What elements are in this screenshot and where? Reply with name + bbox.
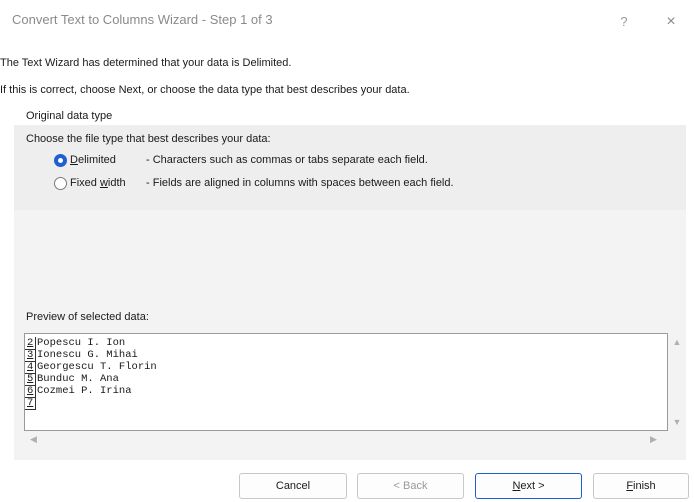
preview-row: 6 Cozmei P. Irina	[25, 385, 132, 398]
cancel-button[interactable]: Cancel	[239, 473, 347, 499]
row-text: Popescu I. Ion	[37, 337, 126, 349]
preview-row: 2 Popescu I. Ion	[25, 337, 126, 350]
help-icon[interactable]: ?	[612, 10, 636, 34]
fixed-width-radio[interactable]	[54, 177, 67, 190]
data-preview-box: 2 Popescu I. Ion 3 Ionescu G. Mihai 4 Georg…	[24, 333, 668, 431]
scroll-left-icon[interactable]: ◀	[30, 434, 37, 445]
title-bar: Convert Text to Columns Wizard - Step 1 …	[0, 0, 694, 42]
close-icon[interactable]: ×	[656, 10, 686, 34]
finish-button[interactable]: Finish	[593, 473, 689, 499]
preview-row: 4 Georgescu T. Florin	[25, 361, 157, 374]
group-title: Original data type	[22, 110, 117, 122]
preview-row: 5 Bunduc M. Ana	[25, 373, 119, 386]
row-text: Georgescu T. Florin	[37, 361, 157, 373]
row-text: Cozmei P. Irina	[37, 385, 132, 397]
row-text: Bunduc M. Ana	[37, 373, 119, 385]
fixed-width-label[interactable]: Fixed width	[70, 177, 126, 189]
scroll-up-icon[interactable]: ▲	[668, 337, 686, 347]
scroll-down-icon[interactable]: ▼	[668, 417, 686, 427]
delimited-radio[interactable]	[54, 154, 67, 167]
scroll-right-icon[interactable]: ▶	[650, 434, 657, 445]
back-button[interactable]: < Back	[357, 473, 464, 499]
preview-row: 3 Ionescu G. Mihai	[25, 349, 138, 362]
row-text: Ionescu G. Mihai	[37, 349, 138, 361]
preview-label: Preview of selected data:	[26, 311, 149, 323]
file-type-prompt: Choose the file type that best describes…	[26, 133, 271, 145]
intro-line-1: The Text Wizard has determined that your…	[0, 57, 292, 69]
window-title: Convert Text to Columns Wizard - Step 1 …	[12, 12, 273, 27]
fixed-width-description: - Fields are aligned in columns with spa…	[146, 177, 454, 189]
vertical-scrollbar[interactable]: ▲ ▼	[668, 333, 686, 431]
intro-line-2: If this is correct, choose Next, or choo…	[0, 84, 410, 96]
delimited-description: - Characters such as commas or tabs sepa…	[146, 154, 428, 166]
row-number: 7	[25, 397, 36, 410]
next-button[interactable]: Next >	[475, 473, 582, 499]
preview-row: 7	[25, 397, 37, 410]
horizontal-scrollbar[interactable]: ◀ ▶	[24, 431, 668, 449]
delimited-label[interactable]: Delimited	[70, 154, 116, 166]
